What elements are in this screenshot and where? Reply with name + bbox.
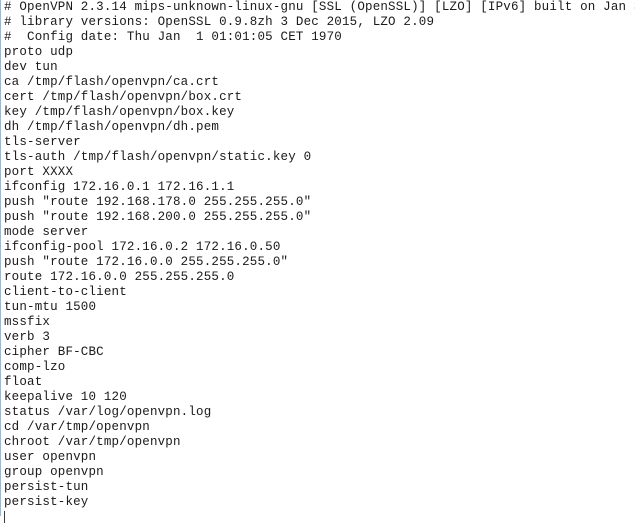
config-comment-line: # library versions: OpenSSL 0.9.8zh 3 De…: [4, 15, 435, 29]
config-directive-line: ifconfig-pool 172.16.0.2 172.16.0.50: [4, 240, 281, 254]
config-directive-line: key /tmp/flash/openvpn/box.key: [4, 105, 235, 119]
config-directive-line: ca /tmp/flash/openvpn/ca.crt: [4, 75, 220, 89]
config-directive-line: mode server: [4, 225, 89, 239]
config-directive-line: status /var/log/openvpn.log: [4, 405, 212, 419]
config-directive-line: port XXXX: [4, 165, 74, 179]
config-directive-line: dh /tmp/flash/openvpn/dh.pem: [4, 120, 220, 134]
config-directive-line: cipher BF-CBC: [4, 345, 104, 359]
config-directive-line: persist-tun: [4, 480, 89, 494]
config-directive-line: cd /var/tmp/openvpn: [4, 420, 150, 434]
config-directive-line: push "route 192.168.200.0 255.255.255.0": [4, 210, 312, 224]
config-line-list: # OpenVPN 2.3.14 mips-unknown-linux-gnu …: [4, 0, 635, 510]
config-directive-line: group openvpn: [4, 465, 104, 479]
config-directive-line: proto udp: [4, 45, 74, 59]
config-directive-line: keepalive 10 120: [4, 390, 127, 404]
config-directive-line: tls-server: [4, 135, 81, 149]
config-directive-line: ifconfig 172.16.0.1 172.16.1.1: [4, 180, 235, 194]
config-directive-line: user openvpn: [4, 450, 97, 464]
config-comment-line: # Config date: Thu Jan 1 01:01:05 CET 19…: [4, 30, 342, 44]
config-comment-line: # OpenVPN 2.3.14 mips-unknown-linux-gnu …: [4, 0, 635, 14]
config-directive-line: comp-lzo: [4, 360, 66, 374]
config-text-area[interactable]: # OpenVPN 2.3.14 mips-unknown-linux-gnu …: [0, 0, 635, 523]
config-directive-line: client-to-client: [4, 285, 127, 299]
config-directive-line: tun-mtu 1500: [4, 300, 97, 314]
config-directive-line: cert /tmp/flash/openvpn/box.crt: [4, 90, 243, 104]
config-directive-line: route 172.16.0.0 255.255.255.0: [4, 270, 235, 284]
config-directive-line: verb 3: [4, 330, 51, 344]
config-directive-line: push "route 172.16.0.0 255.255.255.0": [4, 255, 289, 269]
text-caret: [4, 511, 5, 523]
config-directive-line: dev tun: [4, 60, 58, 74]
config-directive-line: mssfix: [4, 315, 51, 329]
config-directive-line: float: [4, 375, 43, 389]
config-directive-line: persist-key: [4, 495, 89, 509]
config-directive-line: push "route 192.168.178.0 255.255.255.0": [4, 195, 312, 209]
config-directive-line: chroot /var/tmp/openvpn: [4, 435, 181, 449]
config-directive-line: tls-auth /tmp/flash/openvpn/static.key 0: [4, 150, 312, 164]
caret-line: [4, 510, 635, 525]
